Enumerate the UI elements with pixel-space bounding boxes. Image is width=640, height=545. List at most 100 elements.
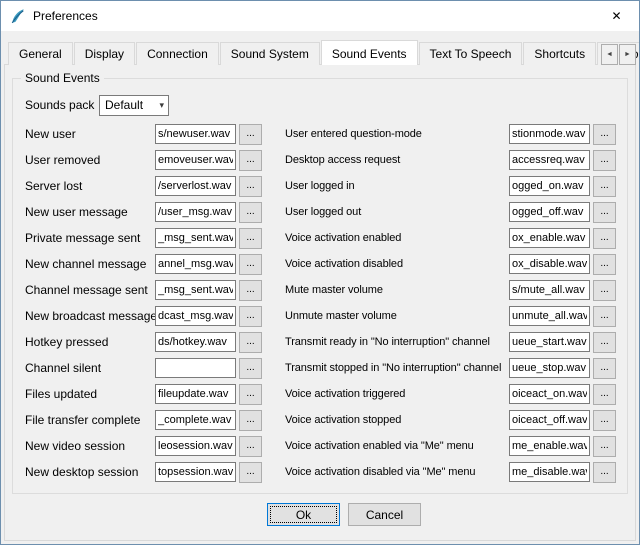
event-label: New user xyxy=(25,127,155,141)
browse-button[interactable]: ... xyxy=(239,254,262,275)
sound-file-input[interactable] xyxy=(509,176,590,196)
sound-file-input[interactable] xyxy=(509,462,590,482)
tab-scroll-left-button[interactable]: ◄ xyxy=(601,44,618,65)
browse-button[interactable]: ... xyxy=(593,306,616,327)
sound-file-input[interactable] xyxy=(155,124,236,144)
browse-button[interactable]: ... xyxy=(593,254,616,275)
browse-button[interactable]: ... xyxy=(593,436,616,457)
sound-file-input[interactable] xyxy=(155,228,236,248)
tab-general[interactable]: General xyxy=(8,42,73,65)
sound-file-input[interactable] xyxy=(155,176,236,196)
sounds-pack-select[interactable]: Default ▾ xyxy=(99,95,169,116)
sound-file-input[interactable] xyxy=(509,254,590,274)
sound-file-input[interactable] xyxy=(155,332,236,352)
event-label: New channel message xyxy=(25,257,155,271)
close-button[interactable]: ✕ xyxy=(594,1,639,30)
sound-event-row: Voice activation triggered ... xyxy=(285,381,621,407)
sound-file-input[interactable] xyxy=(509,280,590,300)
tab-label: Display xyxy=(85,47,124,61)
sound-file-input[interactable] xyxy=(155,436,236,456)
browse-button[interactable]: ... xyxy=(239,150,262,171)
event-label: Mute master volume xyxy=(285,284,509,296)
event-label: Voice activation enabled via "Me" menu xyxy=(285,440,509,452)
browse-button[interactable]: ... xyxy=(593,280,616,301)
browse-button[interactable]: ... xyxy=(239,436,262,457)
event-label: New desktop session xyxy=(25,465,155,479)
sound-file-input[interactable] xyxy=(155,150,236,170)
sound-event-row: Desktop access request ... xyxy=(285,147,621,173)
browse-button[interactable]: ... xyxy=(593,202,616,223)
sound-file-input[interactable] xyxy=(155,384,236,404)
sound-file-input[interactable] xyxy=(155,410,236,430)
browse-button[interactable]: ... xyxy=(593,124,616,145)
tab-area: General Display Connection Sound System … xyxy=(1,31,639,65)
sound-file-input[interactable] xyxy=(155,306,236,326)
browse-button[interactable]: ... xyxy=(593,358,616,379)
dialog-buttons: Ok Cancel xyxy=(9,494,631,532)
event-label: Voice activation enabled xyxy=(285,232,509,244)
sound-file-input[interactable] xyxy=(509,436,590,456)
browse-button[interactable]: ... xyxy=(593,332,616,353)
tab-display[interactable]: Display xyxy=(74,42,135,65)
browse-button[interactable]: ... xyxy=(239,124,262,145)
browse-button[interactable]: ... xyxy=(239,228,262,249)
sound-event-row: Private message sent ... xyxy=(25,225,275,251)
sound-file-input[interactable] xyxy=(509,150,590,170)
browse-button[interactable]: ... xyxy=(593,228,616,249)
event-label: Voice activation disabled xyxy=(285,258,509,270)
sound-event-row: User entered question-mode ... xyxy=(285,121,621,147)
tab-connection[interactable]: Connection xyxy=(136,42,219,65)
event-label: Voice activation disabled via "Me" menu xyxy=(285,466,509,478)
browse-button[interactable]: ... xyxy=(239,410,262,431)
browse-button[interactable]: ... xyxy=(593,410,616,431)
browse-button[interactable]: ... xyxy=(239,462,262,483)
browse-button[interactable]: ... xyxy=(239,176,262,197)
event-label: Transmit ready in "No interruption" chan… xyxy=(285,336,509,348)
browse-button[interactable]: ... xyxy=(593,176,616,197)
sound-file-input[interactable] xyxy=(509,306,590,326)
sound-file-input[interactable] xyxy=(509,384,590,404)
sound-file-input[interactable] xyxy=(155,462,236,482)
sound-event-row: New desktop session ... xyxy=(25,459,275,485)
tab-text-to-speech[interactable]: Text To Speech xyxy=(419,42,523,65)
sound-event-row: New user message ... xyxy=(25,199,275,225)
sound-event-row: New broadcast message ... xyxy=(25,303,275,329)
sound-file-input[interactable] xyxy=(155,202,236,222)
event-label: Voice activation stopped xyxy=(285,414,509,426)
sound-file-input[interactable] xyxy=(155,358,236,378)
tab-scroll-right-icon: ► xyxy=(624,51,631,58)
sound-event-row: New user ... xyxy=(25,121,275,147)
sound-file-input[interactable] xyxy=(509,332,590,352)
ok-button[interactable]: Ok xyxy=(267,503,340,526)
sound-file-input[interactable] xyxy=(155,254,236,274)
sounds-pack-value: Default xyxy=(105,98,143,112)
event-label: User entered question-mode xyxy=(285,128,509,140)
sound-file-input[interactable] xyxy=(509,228,590,248)
tab-shortcuts[interactable]: Shortcuts xyxy=(523,42,596,65)
tab-sound-system[interactable]: Sound System xyxy=(220,42,320,65)
sound-file-input[interactable] xyxy=(509,124,590,144)
browse-button[interactable]: ... xyxy=(239,358,262,379)
browse-button[interactable]: ... xyxy=(239,280,262,301)
tab-scroll-spinner: ◄ ► xyxy=(599,44,636,65)
sound-file-input[interactable] xyxy=(509,202,590,222)
tab-sound-events[interactable]: Sound Events xyxy=(321,40,418,65)
browse-button[interactable]: ... xyxy=(239,332,262,353)
sound-event-row: Transmit stopped in "No interruption" ch… xyxy=(285,355,621,381)
browse-button[interactable]: ... xyxy=(593,150,616,171)
event-label: Voice activation triggered xyxy=(285,388,509,400)
browse-button[interactable]: ... xyxy=(239,202,262,223)
event-label: Desktop access request xyxy=(285,154,509,166)
groupbox-title: Sound Events xyxy=(21,71,104,85)
browse-button[interactable]: ... xyxy=(593,462,616,483)
sound-file-input[interactable] xyxy=(155,280,236,300)
sound-file-input[interactable] xyxy=(509,358,590,378)
browse-button[interactable]: ... xyxy=(239,384,262,405)
tab-label: Connection xyxy=(147,47,208,61)
tab-scroll-right-button[interactable]: ► xyxy=(619,44,636,65)
cancel-button[interactable]: Cancel xyxy=(348,503,421,526)
sound-file-input[interactable] xyxy=(509,410,590,430)
browse-button[interactable]: ... xyxy=(239,306,262,327)
browse-button[interactable]: ... xyxy=(593,384,616,405)
sounds-pack-row: Sounds pack Default ▾ xyxy=(25,93,621,117)
